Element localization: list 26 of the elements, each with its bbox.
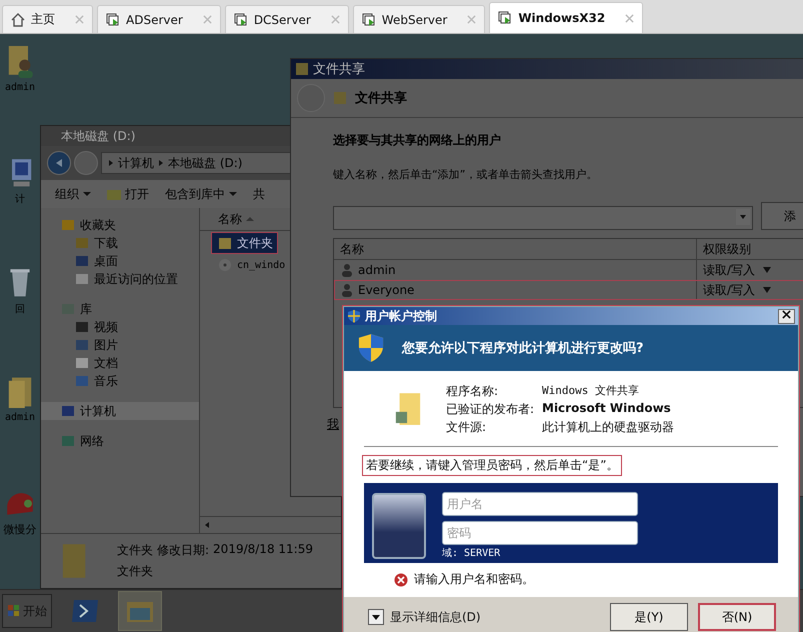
window-title: 文件共享	[313, 61, 365, 78]
detail-value: Microsoft Windows	[542, 401, 672, 417]
file-name: 文件夹	[117, 542, 153, 559]
desktop-icon-label: 回	[15, 303, 25, 316]
error-message: 请输入用户名和密码。	[414, 571, 534, 588]
user-name: Everyone	[358, 283, 414, 297]
modified-label: 修改日期:	[157, 542, 210, 559]
detail-label: 文件源:	[446, 419, 488, 436]
domain-label: 域: SERVER	[442, 546, 502, 560]
window-title: 本地磁盘 (D:)	[61, 128, 136, 144]
detail-value: 此计算机上的硬盘驱动器	[542, 419, 674, 436]
file-type: 文件夹	[117, 563, 154, 580]
desktop-icon-label: 微慢分	[4, 522, 36, 537]
desktop-icon-label: 计	[15, 192, 25, 206]
desktop-icon-label: admin	[4, 412, 36, 423]
user-name: admin	[358, 263, 396, 277]
modified-date: 2019/8/18 11:59	[213, 542, 313, 558]
dialog-header: 文件共享	[355, 90, 407, 107]
instruction-text: 若要继续，请键入管理员密码，然后单击“是”。	[362, 455, 622, 476]
dialog-heading: 选择要与其共享的网络上的用户	[333, 132, 502, 149]
detail-value: Windows 文件共享	[542, 383, 640, 399]
detail-label: 已验证的发布者:	[446, 401, 536, 418]
desktop-icon-label: admin	[4, 82, 36, 93]
window-title: 用户帐户控制	[365, 308, 438, 324]
detail-label: 程序名称:	[446, 383, 500, 400]
uac-question: 您要允许以下程序对此计算机进行更改吗?	[402, 340, 644, 357]
